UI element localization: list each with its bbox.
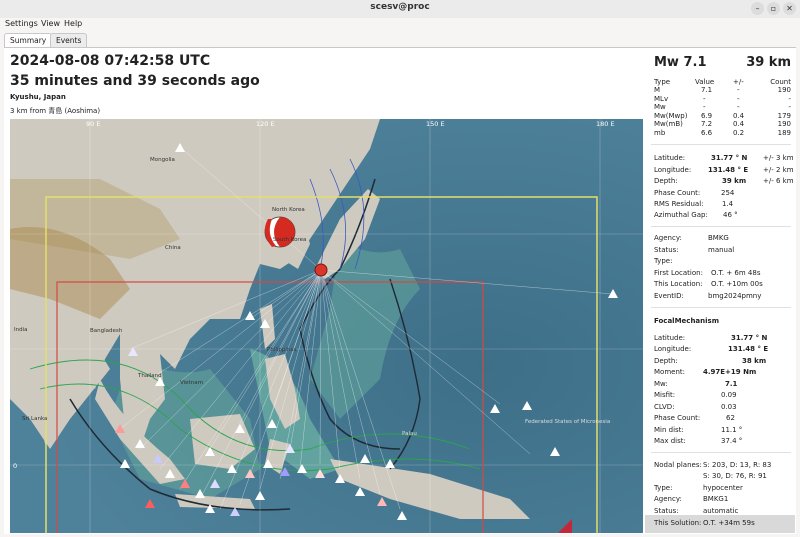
tab-events[interactable]: Events (9/13) (50, 33, 88, 58)
place-label: Palau (402, 431, 417, 437)
fm-clvd: CLVD: 0.03 (654, 403, 737, 411)
elapsed-time: 35 minutes and 39 seconds ago (10, 73, 260, 89)
epicenter-marker[interactable] (314, 263, 328, 277)
window-title: scesv@proc (370, 2, 430, 12)
divider (651, 452, 791, 453)
menu-settings[interactable]: Settings (5, 19, 38, 28)
place-label: Federated States of Micronesia (525, 419, 610, 425)
origin-time: 2024-08-08 07:42:58 UTC (10, 53, 211, 69)
nearest-city: 3 km from 青島 (Aoshima) (10, 107, 101, 115)
origin-status: Status: manual (654, 246, 735, 254)
lon-label: 120 E (256, 120, 275, 128)
place-label: North Korea (272, 207, 305, 213)
origin-depth: Depth: 39 km +/- 6 km (654, 177, 794, 185)
place-label: India (14, 327, 28, 333)
menu-bar: Settings View Help (0, 18, 800, 31)
lon-label: 180 E (596, 120, 615, 128)
window-titlebar: scesv@proc – ▫ ✕ (0, 0, 800, 19)
fm-this-solution: This Solution: O.T. +34m 59s (645, 515, 795, 533)
origin-longitude: Longitude: 131.48 ° E +/- 2 km (654, 166, 794, 174)
origin-gap: Azimuthal Gap: 46 ° (654, 211, 738, 219)
place-label: Philippines (267, 347, 297, 353)
menu-help[interactable]: Help (64, 19, 82, 28)
origin-agency: Agency: BMKG (654, 234, 729, 242)
fm-moment: Moment: 4.97E+19 Nm (654, 368, 757, 376)
place-label: Mongolia (150, 157, 175, 163)
origin-phase-count: Phase Count: 254 (654, 189, 735, 197)
close-button[interactable]: ✕ (783, 2, 796, 15)
origin-latitude: Latitude: 31.77 ° N +/- 3 km (654, 154, 794, 162)
fm-phase-count: Phase Count: 62 (654, 414, 735, 422)
minimize-button[interactable]: – (751, 2, 764, 15)
maximize-button[interactable]: ▫ (767, 2, 780, 15)
origin-rms: RMS Residual: 1.4 (654, 200, 734, 208)
lon-label: 150 E (426, 120, 445, 128)
summary-panel: Mw 7.1 39 km Type Value +/- Count M 7.1 … (645, 48, 795, 533)
fm-type: Type: hypocenter (654, 484, 743, 492)
origin-this-location: This Location: O.T. +10m 00s (654, 280, 763, 288)
origin-first-location: First Location: O.T. + 6m 48s (654, 269, 761, 277)
fm-agency: Agency: BMKG1 (654, 495, 729, 503)
divider (651, 226, 791, 227)
origin-type: Type: (654, 257, 673, 265)
lat-label: 0 (13, 462, 17, 470)
place-label: Sri Lanka (22, 416, 47, 422)
menu-view[interactable]: View (41, 19, 60, 28)
fm-nodal-plane-1: Nodal planes: S: 203, D: 13, R: 83 (654, 461, 772, 469)
region-name: Kyushu, Japan (10, 93, 66, 101)
fm-depth: Depth: 38 km (654, 357, 767, 365)
mag-table-row[interactable]: mb 6.6 0.2 189 (645, 129, 795, 139)
fm-latitude: Latitude: 31.77 ° N (654, 334, 768, 342)
place-label: Thailand (137, 373, 162, 379)
divider (651, 307, 791, 308)
fm-misfit: Misfit: 0.09 (654, 391, 737, 399)
place-label: Bangladesh (90, 328, 123, 334)
event-map[interactable]: 90 E 120 E 150 E 180 E 0 Mongolia China … (10, 119, 643, 537)
place-label: South Korea (273, 237, 306, 243)
fm-mw: Mw: 7.1 (654, 380, 738, 388)
event-id[interactable]: EventID: bmg2024pmny (645, 292, 795, 302)
place-label: China (165, 245, 181, 251)
fm-longitude: Longitude: 131.48 ° E (654, 345, 769, 353)
divider (651, 144, 791, 145)
fm-min-dist: Min dist: 11.1 ° (654, 426, 743, 434)
fm-nodal-plane-2: S: 30, D: 76, R: 91 (703, 472, 767, 480)
magnitude-headline: Mw 7.1 (654, 55, 707, 70)
fm-title: FocalMechanism (654, 317, 719, 325)
place-label: Vietnam (180, 380, 203, 386)
depth-headline: 39 km (746, 55, 791, 70)
tab-summary[interactable]: Summary (4, 33, 53, 47)
fm-max-dist: Max dist: 37.4 ° (654, 437, 743, 445)
map-canvas[interactable]: 90 E 120 E 150 E 180 E 0 Mongolia China … (10, 119, 643, 537)
lon-label: 90 E (86, 120, 100, 128)
